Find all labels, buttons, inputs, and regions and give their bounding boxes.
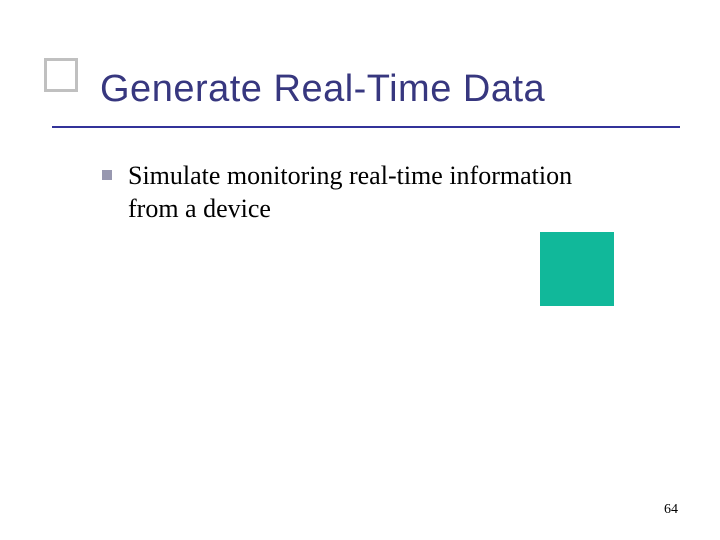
square-bullet-icon: [102, 170, 112, 180]
teal-square-graphic: [540, 232, 614, 306]
title-underline: [52, 126, 680, 128]
list-item: Simulate monitoring real-time informatio…: [102, 160, 600, 225]
title-container: Generate Real-Time Data: [100, 68, 680, 111]
bullet-list: Simulate monitoring real-time informatio…: [102, 160, 600, 225]
slide-title: Generate Real-Time Data: [100, 68, 680, 111]
title-decoration-square: [44, 58, 78, 92]
bullet-text: Simulate monitoring real-time informatio…: [128, 160, 600, 225]
page-number: 64: [664, 502, 678, 518]
